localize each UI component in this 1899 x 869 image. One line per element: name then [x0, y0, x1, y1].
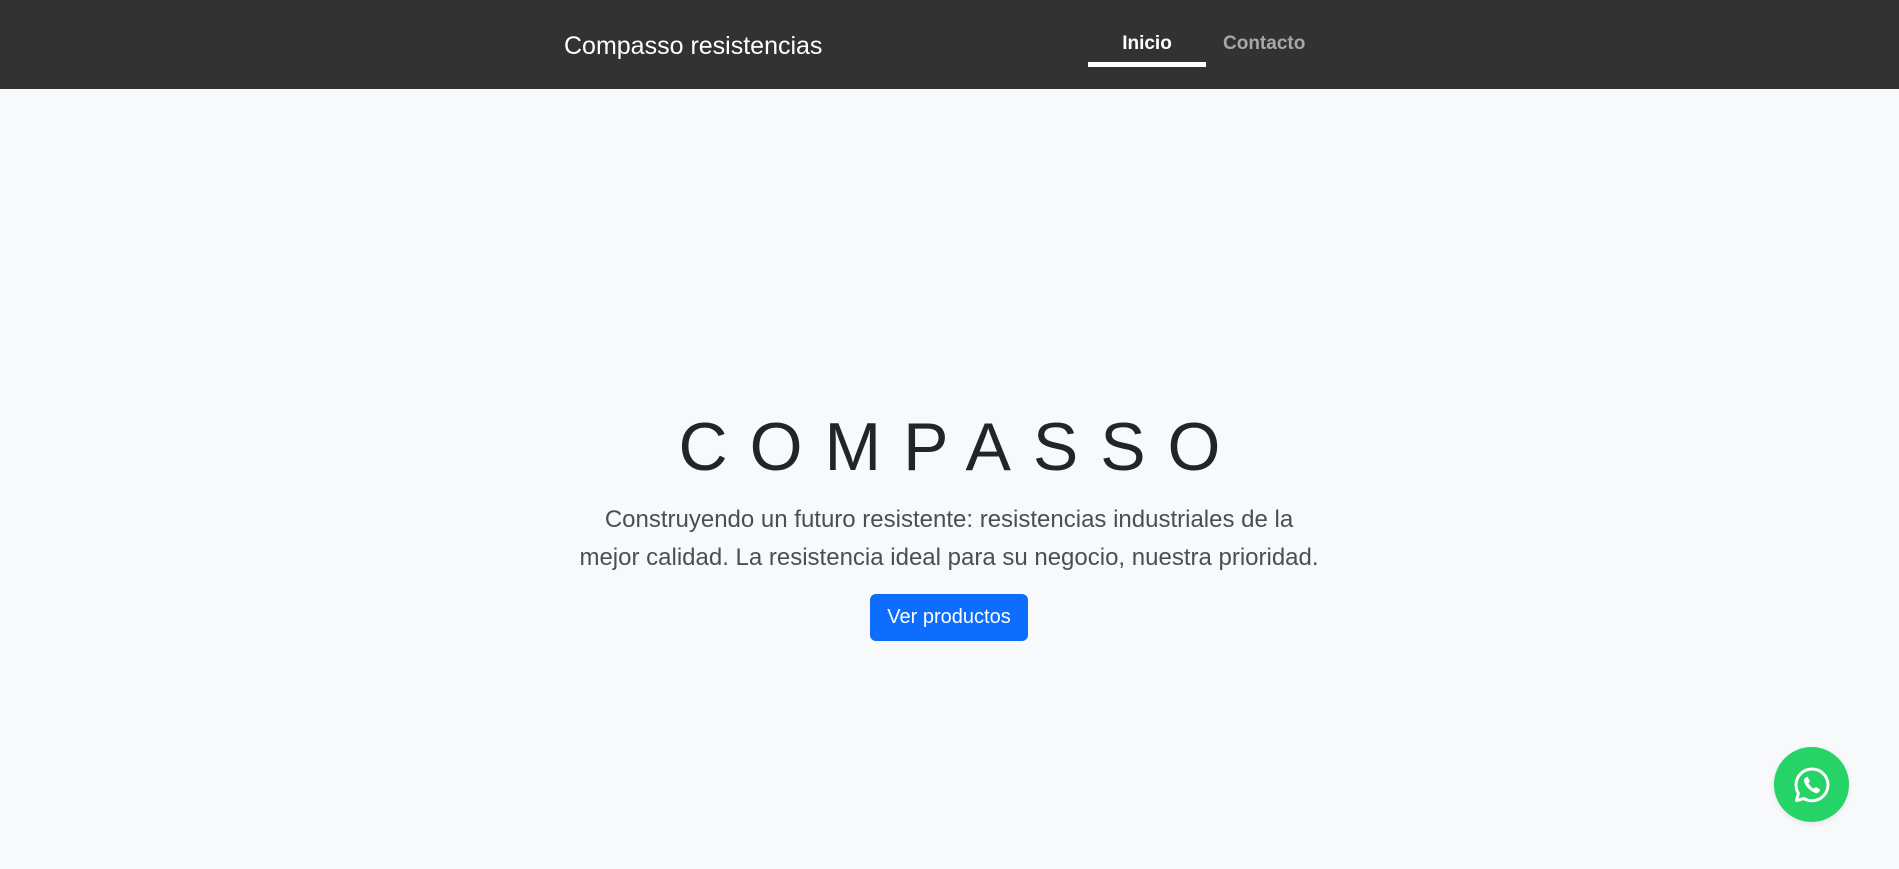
nav-link-contacto[interactable]: Contacto	[1223, 30, 1305, 58]
active-nav-indicator	[1088, 62, 1206, 67]
hero-lead-text: Construyendo un futuro resistente: resis…	[579, 506, 1319, 571]
hero-section: COMPASSO Construyendo un futuro resisten…	[0, 89, 1899, 869]
nav-link-inicio[interactable]: Inicio	[1088, 30, 1206, 58]
top-navbar: Compasso resistencias Inicio Contacto	[0, 0, 1899, 89]
hero-title: COMPASSO	[678, 409, 1243, 485]
view-products-button[interactable]: Ver productos	[870, 594, 1028, 641]
whatsapp-button[interactable]	[1774, 747, 1849, 822]
whatsapp-icon	[1794, 767, 1829, 802]
brand-link[interactable]: Compasso resistencias	[564, 30, 822, 62]
